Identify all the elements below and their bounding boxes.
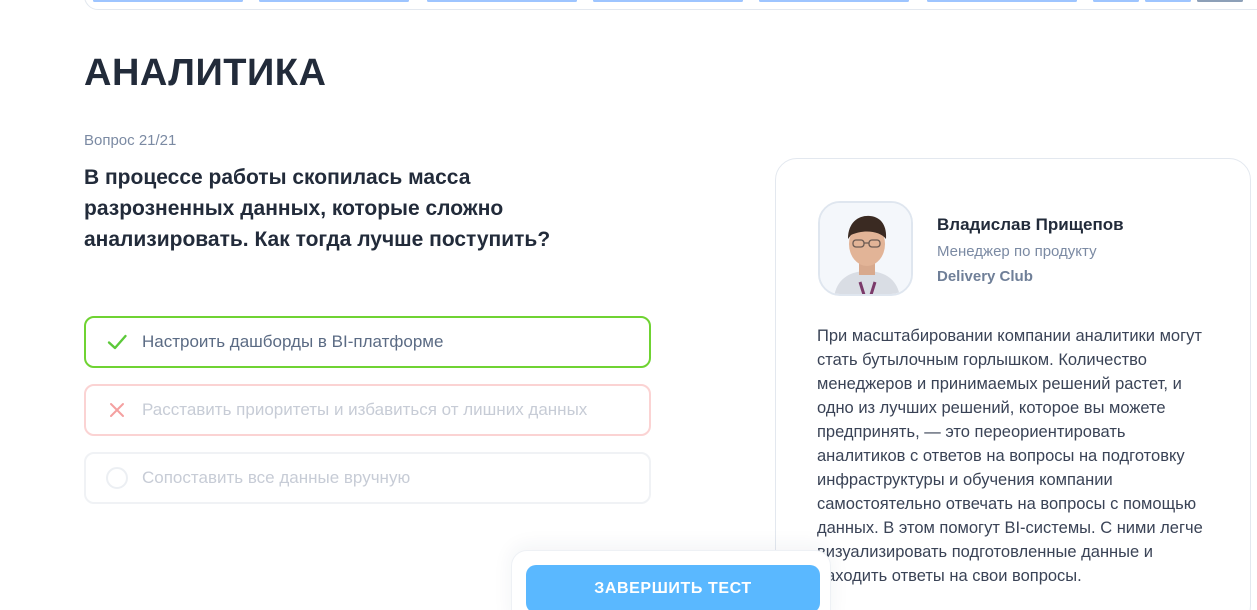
answer-option-wrong[interactable]: Расставить приоритеты и избавиться от ли… [84, 384, 651, 436]
progress-segment [927, 0, 1077, 2]
expert-company: Delivery Club [937, 268, 1033, 285]
page-title: АНАЛИТИКА [84, 52, 327, 94]
progress-segment [259, 0, 409, 2]
progress-segment [593, 0, 743, 2]
answer-option-label: Расставить приоритеты и избавиться от ли… [142, 400, 588, 419]
progress-segment [427, 0, 577, 2]
answer-option-label: Настроить дашборды в BI-платформе [142, 332, 444, 351]
expert-name: Владислав Прищепов [937, 215, 1124, 234]
bottom-action-bar: ЗАВЕРШИТЬ ТЕСТ [511, 550, 831, 610]
progress-segment [759, 0, 909, 2]
finish-test-button[interactable]: ЗАВЕРШИТЬ ТЕСТ [526, 565, 820, 610]
check-icon [104, 329, 130, 355]
avatar [818, 201, 913, 296]
answer-option[interactable]: Сопоставить все данные вручную [84, 452, 651, 504]
question-text: В процессе работы скопилась масса разроз… [84, 166, 551, 251]
progress-segment [93, 0, 243, 2]
answer-option-correct[interactable]: Настроить дашборды в BI-платформе [84, 316, 651, 368]
progress-segment [1145, 0, 1191, 2]
radio-circle-icon [104, 465, 130, 491]
progress-segment [1093, 0, 1139, 2]
question-progress-bar [84, 0, 1257, 10]
expert-role: Менеджер по продукту [937, 243, 1097, 260]
expert-comment-card: Владислав Прищепов Менеджер по продукту … [775, 158, 1251, 610]
question-counter: Вопрос 21/21 [84, 132, 177, 149]
expert-comment-text: При масштабировании компании аналитики м… [817, 327, 1203, 585]
answer-option-label: Сопоставить все данные вручную [142, 468, 411, 487]
cross-icon [104, 397, 130, 423]
progress-segment-current [1197, 0, 1243, 2]
